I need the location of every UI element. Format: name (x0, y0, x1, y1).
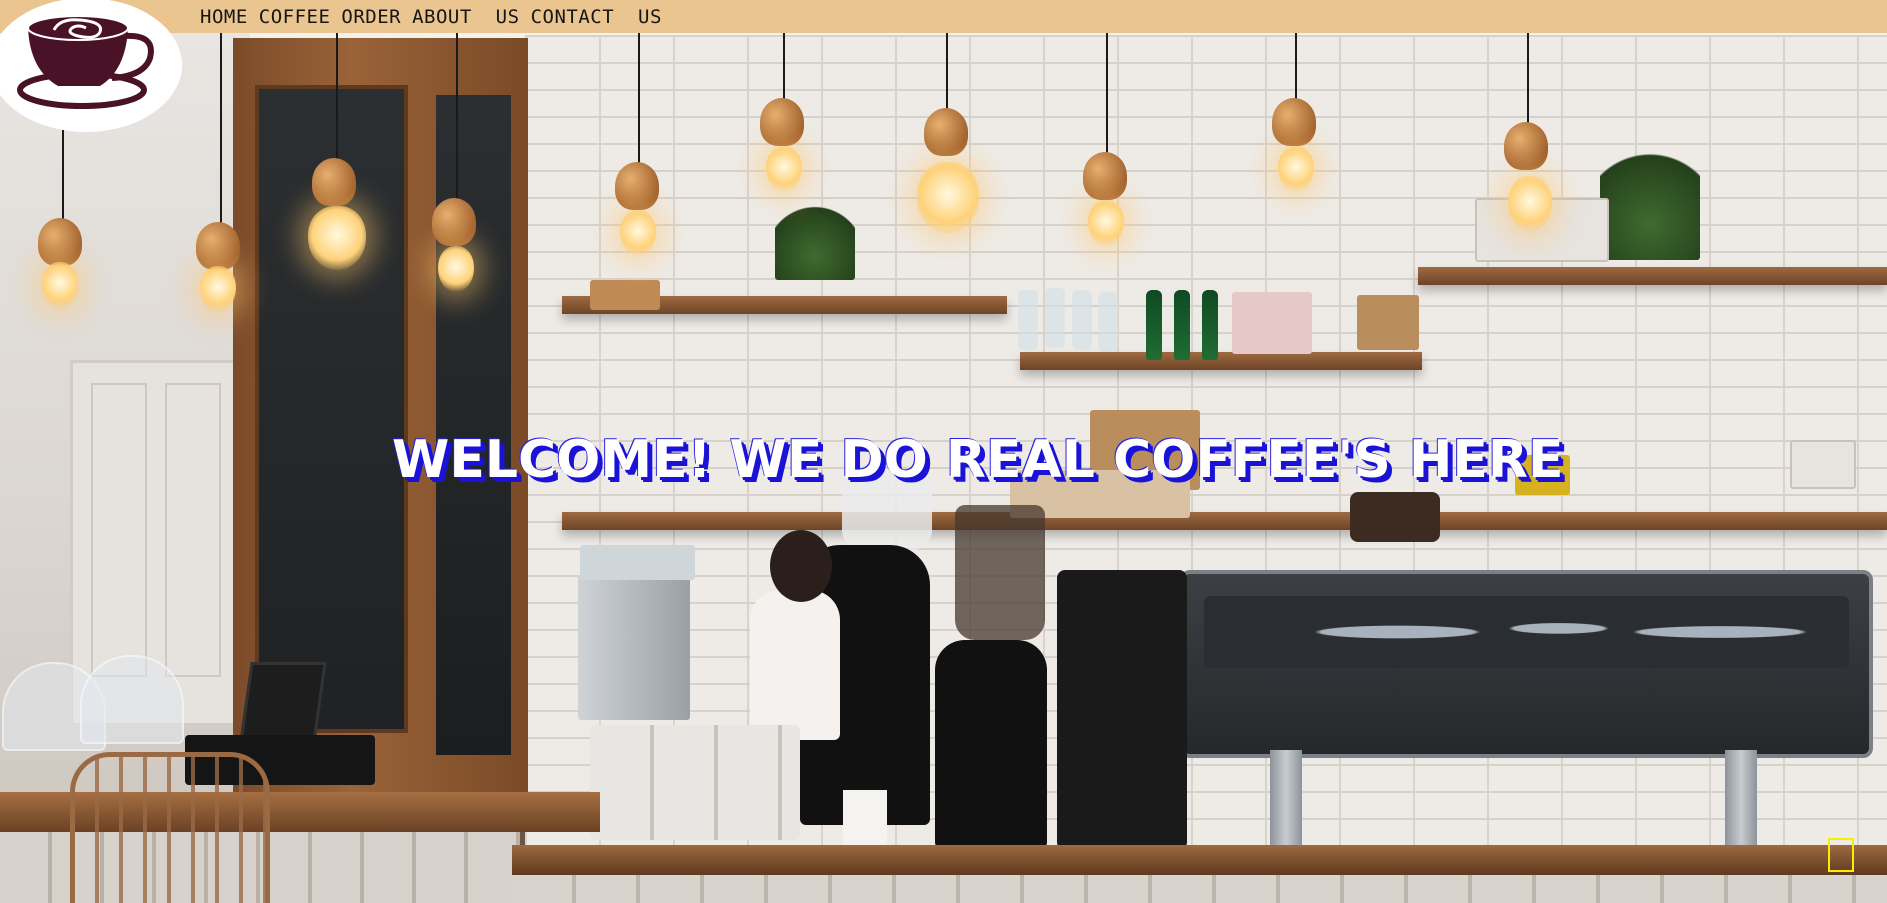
coffee-cup-icon (17, 15, 154, 109)
bulb-cord (783, 33, 785, 103)
light-bulb (438, 246, 474, 292)
bulb-cord (220, 33, 222, 223)
glass-bottle (1018, 290, 1038, 350)
nav-link-coffee[interactable]: COFFEE (259, 6, 331, 28)
bulb-cord (336, 33, 338, 163)
light-bulb (917, 162, 979, 234)
pendant-lamp (312, 158, 356, 206)
bulb-cord (1527, 33, 1529, 128)
wooden-chair (70, 752, 270, 903)
register-screen (239, 662, 327, 743)
main-nav: HOME COFFEE ORDER ABOUT US CONTACT US (200, 0, 673, 33)
nav-link-home[interactable]: HOME (200, 6, 248, 28)
barista-head (770, 530, 832, 602)
light-bulb (1508, 176, 1552, 232)
espresso-panel (1204, 596, 1849, 668)
takeaway-cup (843, 790, 887, 850)
light-bulb (308, 206, 366, 270)
espresso-machine (1180, 570, 1873, 758)
cake-dome (80, 655, 184, 744)
grinder-hopper (955, 505, 1045, 640)
bar-front (512, 875, 1887, 903)
hero-headline: WELCOME! WE DO REAL COFFEE'S HERE (392, 430, 1564, 490)
nav-link-order[interactable]: ORDER (341, 6, 401, 28)
green-bottle (1174, 290, 1190, 360)
light-bulb (1278, 146, 1314, 192)
coffee-grinder (1057, 570, 1187, 850)
pendant-lamp (432, 198, 476, 246)
bulb-cord (1106, 33, 1108, 158)
viewport: HOME COFFEE ORDER ABOUT US CONTACT US WE… (0, 0, 1887, 903)
white-basket (1790, 440, 1856, 489)
bulb-cord (946, 33, 948, 113)
coffee-brewer (578, 575, 690, 720)
pendant-lamp (38, 218, 82, 266)
wall-shelf (1418, 267, 1887, 285)
potted-plant (1600, 140, 1700, 260)
glass-bottle (1098, 292, 1118, 352)
bulb-cord (638, 33, 640, 168)
nav-link-contact-us[interactable]: CONTACT US (531, 6, 662, 28)
scroll-top-button[interactable] (1828, 838, 1854, 872)
coffee-bag-display (590, 725, 800, 840)
bulb-cord (456, 33, 458, 203)
coffee-grinder (935, 640, 1047, 850)
nav-link-about-us[interactable]: ABOUT US (412, 6, 519, 28)
espresso-leg (1270, 750, 1302, 860)
pendant-lamp (1083, 152, 1127, 200)
chalkboard-side (436, 95, 511, 755)
coffee-box (590, 280, 660, 310)
light-bulb (42, 262, 78, 308)
glass-bottle (1045, 288, 1065, 348)
pendant-lamp (924, 108, 968, 156)
wall-shelf (562, 512, 1887, 530)
glass-bottle (1072, 290, 1092, 350)
pink-box (1232, 292, 1312, 354)
espresso-leg (1725, 750, 1757, 860)
green-bottle (1202, 290, 1218, 360)
pendant-lamp (615, 162, 659, 210)
pendant-lamp (760, 98, 804, 146)
potted-plant (775, 200, 855, 280)
light-bulb (620, 210, 656, 256)
pastry-case (580, 545, 695, 580)
bar-top (512, 845, 1887, 875)
paper-bag (1357, 295, 1419, 350)
pendant-lamp (1272, 98, 1316, 146)
light-bulb (200, 266, 236, 312)
light-bulb (1088, 200, 1124, 246)
pendant-lamp (1504, 122, 1548, 170)
canisters (1350, 492, 1440, 542)
top-nav-bar: HOME COFFEE ORDER ABOUT US CONTACT US (0, 0, 1887, 33)
green-bottle (1146, 290, 1162, 360)
barista (750, 590, 840, 740)
wall-shelf (1020, 352, 1422, 370)
site-logo[interactable] (0, 0, 182, 132)
light-bulb (766, 146, 802, 192)
pendant-lamp (196, 222, 240, 270)
bulb-cord (1295, 33, 1297, 103)
